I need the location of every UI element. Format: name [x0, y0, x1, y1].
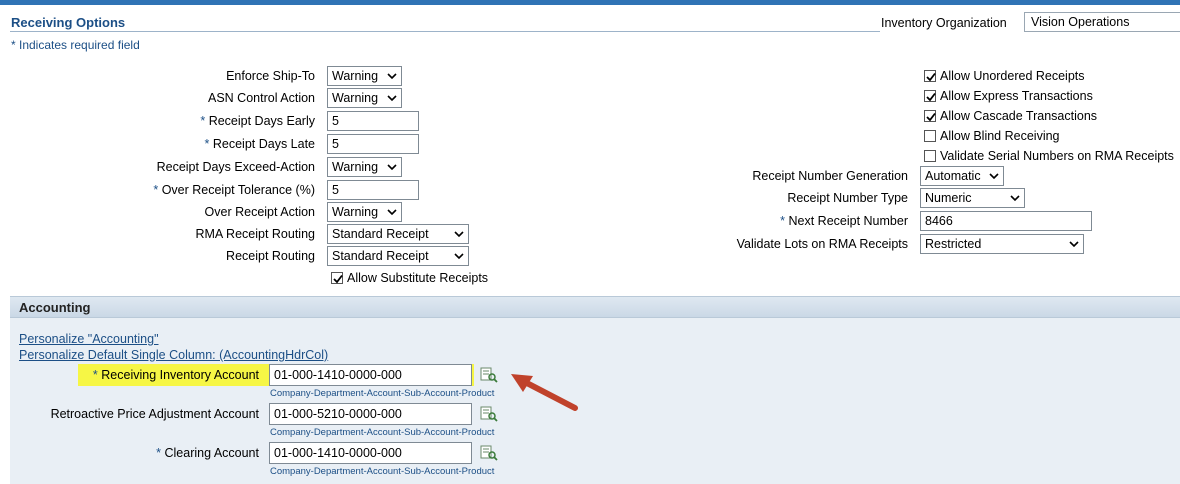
over-receipt-tolerance-text: Over Receipt Tolerance (%): [161, 183, 315, 197]
allow-substitute-receipts-label: Allow Substitute Receipts: [347, 271, 489, 285]
required-star: *: [153, 183, 159, 197]
asn-control-label: ASN Control Action: [208, 91, 315, 105]
required-star: *: [92, 368, 98, 382]
over-receipt-action-label: Over Receipt Action: [204, 205, 315, 219]
receipt-number-type-label: Receipt Number Type: [787, 191, 908, 205]
receipt-days-late-label: * Receipt Days Late: [205, 137, 316, 151]
validate-serial-numbers-checkbox[interactable]: Validate Serial Numbers on RMA Receipts: [924, 149, 1174, 163]
personalize-column-link[interactable]: Personalize Default Single Column: (Acco…: [19, 348, 328, 362]
receipt-days-exceed-label: Receipt Days Exceed-Action: [156, 160, 315, 174]
validate-lots-label: Validate Lots on RMA Receipts: [736, 237, 908, 251]
title-divider: [10, 31, 880, 32]
segment-hint: Company-Department-Account-Sub-Account-P…: [270, 388, 495, 399]
chevron-down-icon: [989, 173, 999, 180]
lookup-icon[interactable]: [480, 406, 498, 422]
chevron-down-icon: [454, 253, 464, 260]
allow-unordered-receipts-checkbox[interactable]: Allow Unordered Receipts: [924, 69, 1085, 83]
allow-blind-receiving-label: Allow Blind Receiving: [940, 129, 1060, 143]
segment-hint: Company-Department-Account-Sub-Account-P…: [270, 466, 495, 477]
receipt-days-late-input[interactable]: 5: [327, 134, 419, 154]
receipt-number-type-value: Numeric: [925, 191, 972, 205]
required-star: *: [200, 114, 206, 128]
required-star: *: [780, 214, 786, 228]
allow-express-transactions-checkbox[interactable]: Allow Express Transactions: [924, 89, 1093, 103]
over-receipt-tolerance-input[interactable]: 5: [327, 180, 419, 200]
checkbox-unchecked-icon: [924, 130, 936, 142]
receipt-routing-select[interactable]: Standard Receipt: [327, 246, 469, 266]
receipt-routing-value: Standard Receipt: [332, 249, 429, 263]
enforce-ship-to-value: Warning: [332, 69, 379, 83]
checkbox-checked-icon: [924, 70, 936, 82]
clearing-account-label: * Clearing Account: [156, 446, 259, 460]
allow-unordered-receipts-label: Allow Unordered Receipts: [940, 69, 1085, 83]
over-receipt-tolerance-label: * Over Receipt Tolerance (%): [153, 183, 315, 197]
top-accent-bar: [0, 0, 1180, 5]
accounting-title: Accounting: [19, 300, 91, 315]
inventory-org-label: Inventory Organization: [881, 16, 1007, 30]
chevron-down-icon: [1069, 241, 1079, 248]
receipt-days-exceed-value: Warning: [332, 160, 379, 174]
next-receipt-number-input[interactable]: 8466: [920, 211, 1092, 231]
asn-control-value: Warning: [332, 91, 379, 105]
validate-serial-numbers-label: Validate Serial Numbers on RMA Receipts: [940, 149, 1174, 163]
clearing-account-input[interactable]: 01-000-1410-0000-000: [269, 442, 472, 464]
lookup-icon[interactable]: [480, 445, 498, 461]
receipt-days-early-input[interactable]: 5: [327, 111, 419, 131]
retroactive-price-account-label: Retroactive Price Adjustment Account: [50, 407, 259, 421]
receipt-number-generation-select[interactable]: Automatic: [920, 166, 1004, 186]
receipt-days-early-text: Receipt Days Early: [208, 114, 315, 128]
chevron-down-icon: [387, 209, 397, 216]
chevron-down-icon: [387, 95, 397, 102]
next-receipt-number-text: Next Receipt Number: [788, 214, 909, 228]
next-receipt-number-label: * Next Receipt Number: [780, 214, 908, 228]
over-receipt-action-select[interactable]: Warning: [327, 202, 402, 222]
asn-control-select[interactable]: Warning: [327, 88, 402, 108]
chevron-down-icon: [387, 73, 397, 80]
chevron-down-icon: [454, 231, 464, 238]
receipt-routing-label: Receipt Routing: [226, 249, 315, 263]
chevron-down-icon: [1010, 195, 1020, 202]
receiving-inventory-account-text: Receiving Inventory Account: [101, 368, 259, 382]
checkbox-checked-icon: [924, 110, 936, 122]
allow-express-transactions-label: Allow Express Transactions: [940, 89, 1093, 103]
receiving-inventory-account-input[interactable]: 01-000-1410-0000-000: [269, 364, 472, 386]
validate-lots-value: Restricted: [925, 237, 982, 251]
validate-lots-select[interactable]: Restricted: [920, 234, 1084, 254]
accounting-header-bar: [10, 297, 1180, 318]
required-star: *: [204, 137, 210, 151]
rma-receipt-routing-select[interactable]: Standard Receipt: [327, 224, 469, 244]
retroactive-price-account-input[interactable]: 01-000-5210-0000-000: [269, 403, 472, 425]
segment-hint: Company-Department-Account-Sub-Account-P…: [270, 427, 495, 438]
receipt-days-early-label: * Receipt Days Early: [200, 114, 315, 128]
personalize-accounting-link[interactable]: Personalize "Accounting": [19, 332, 159, 346]
over-receipt-action-value: Warning: [332, 205, 379, 219]
checkbox-checked-icon: [331, 272, 343, 284]
lookup-icon[interactable]: [480, 367, 498, 383]
receipt-days-late-text: Receipt Days Late: [212, 137, 315, 151]
checkbox-checked-icon: [924, 90, 936, 102]
annotation-arrow-icon: [511, 374, 578, 411]
receipt-days-exceed-select[interactable]: Warning: [327, 157, 402, 177]
receiving-inventory-account-label: * Receiving Inventory Account: [93, 368, 259, 382]
rma-receipt-routing-label: RMA Receipt Routing: [195, 227, 315, 241]
page-title: Receiving Options: [11, 15, 126, 30]
rma-receipt-routing-value: Standard Receipt: [332, 227, 429, 241]
enforce-ship-to-label: Enforce Ship-To: [226, 69, 315, 83]
clearing-account-text: Clearing Account: [164, 446, 259, 460]
required-star: *: [156, 446, 161, 460]
inventory-org-field[interactable]: Vision Operations: [1024, 12, 1180, 32]
chevron-down-icon: [387, 164, 397, 171]
receipt-number-type-select[interactable]: Numeric: [920, 188, 1025, 208]
allow-substitute-receipts-checkbox[interactable]: Allow Substitute Receipts: [331, 271, 488, 285]
allow-cascade-transactions-label: Allow Cascade Transactions: [940, 109, 1098, 123]
enforce-ship-to-select[interactable]: Warning: [327, 66, 402, 86]
required-field-note: * Indicates required field: [11, 38, 140, 52]
receipt-number-generation-label: Receipt Number Generation: [752, 169, 908, 183]
checkbox-unchecked-icon: [924, 150, 936, 162]
receipt-number-generation-value: Automatic: [925, 169, 981, 183]
allow-cascade-transactions-checkbox[interactable]: Allow Cascade Transactions: [924, 109, 1097, 123]
allow-blind-receiving-checkbox[interactable]: Allow Blind Receiving: [924, 129, 1060, 143]
